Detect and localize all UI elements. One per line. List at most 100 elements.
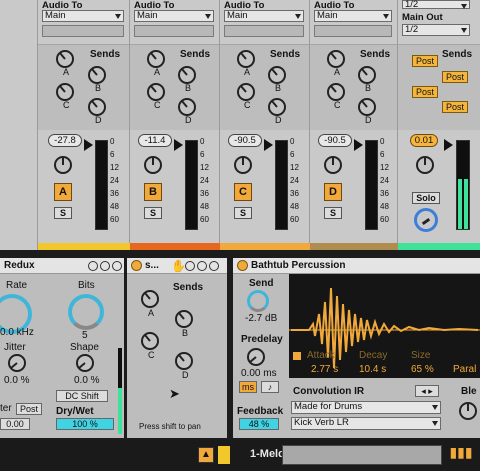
track-activator-button[interactable]: D — [324, 183, 342, 201]
decay-value[interactable]: 10.4 s — [359, 364, 386, 375]
volume-slider-marker[interactable] — [354, 139, 363, 151]
output-channel-select[interactable] — [42, 25, 124, 37]
pan-knob[interactable] — [324, 156, 342, 174]
send-d-knob[interactable] — [88, 98, 106, 116]
send-b-knob[interactable] — [358, 66, 376, 84]
ir-waveform-display[interactable]: Attack 2.77 s Decay 10.4 s Size 65 % Par… — [289, 274, 480, 378]
bits-knob[interactable] — [68, 294, 104, 330]
send-d-knob[interactable] — [178, 98, 196, 116]
master-input-select[interactable]: 1/2 — [402, 0, 470, 9]
bathtub-activator[interactable] — [237, 260, 248, 271]
device-menu-icon[interactable] — [209, 261, 219, 271]
pan-knob[interactable] — [54, 156, 72, 174]
volume-display[interactable]: -27.8 — [48, 134, 82, 147]
audio-to-select[interactable]: Main — [224, 10, 304, 22]
send-d-knob[interactable] — [358, 98, 376, 116]
predelay-value[interactable]: 0.00 ms — [241, 368, 277, 379]
ir-category-select[interactable]: Made for Drums — [291, 401, 441, 414]
send-b-knob[interactable] — [268, 66, 286, 84]
parallel-value[interactable]: Paral — [453, 364, 476, 375]
filter-post-button[interactable]: Post — [16, 403, 42, 415]
predelay-knob[interactable] — [247, 348, 265, 366]
sends-device-activator[interactable] — [131, 260, 142, 271]
track-activator-button[interactable]: A — [54, 183, 72, 201]
post-button-d[interactable]: Post — [442, 101, 468, 113]
filter-freq-value[interactable]: 0.00 — [0, 418, 30, 430]
ir-prev-next-buttons[interactable]: ◂ ▸ — [415, 385, 439, 397]
hand-icon[interactable]: ✋ — [171, 259, 186, 273]
audio-to-select[interactable]: Main — [42, 10, 124, 22]
volume-display[interactable]: -90.5 — [228, 134, 262, 147]
ir-file-select[interactable]: Kick Verb LR — [291, 417, 441, 430]
track-activator-button[interactable]: C — [234, 183, 252, 201]
send-c-knob[interactable] — [56, 83, 74, 101]
output-channel-select[interactable] — [224, 25, 304, 37]
send-a-knob[interactable] — [237, 50, 255, 68]
post-button-a[interactable]: Post — [412, 55, 438, 67]
cue-volume-knob[interactable] — [414, 208, 438, 232]
send-c-knob[interactable] — [327, 83, 345, 101]
volume-slider-marker[interactable] — [84, 139, 93, 151]
track-up-arrow-icon[interactable]: ▲ — [198, 447, 214, 463]
clip-overview-strip[interactable] — [282, 445, 442, 465]
hot-swap-icon[interactable] — [197, 261, 207, 271]
master-volume-marker[interactable] — [444, 139, 453, 151]
dc-shift-button[interactable]: DC Shift — [56, 390, 108, 402]
volume-display[interactable]: -11.4 — [138, 134, 172, 147]
blend-knob[interactable] — [459, 402, 477, 420]
size-value[interactable]: 65 % — [411, 364, 434, 375]
audio-to-select[interactable]: Main — [314, 10, 392, 22]
attack-value[interactable]: 2.77 s — [311, 364, 338, 375]
output-channel-select[interactable] — [134, 25, 214, 37]
shape-value[interactable]: 0.0 % — [74, 375, 100, 386]
send-a-knob[interactable] — [141, 290, 159, 308]
send-value[interactable]: -2.7 dB — [245, 313, 277, 324]
dry-wet-value[interactable]: 100 % — [56, 418, 114, 430]
volume-display[interactable]: -90.5 — [318, 134, 352, 147]
post-button-c[interactable]: Post — [412, 86, 438, 98]
sync-note-button[interactable]: ♪ — [261, 381, 279, 393]
solo-button[interactable]: S — [144, 207, 162, 219]
ms-button[interactable]: ms — [239, 381, 257, 393]
clip-color-swatch — [218, 446, 230, 464]
meter-bars-icon[interactable]: ▮▮▮ — [448, 444, 474, 464]
output-channel-select[interactable] — [314, 25, 392, 37]
bits-value[interactable]: 5 — [82, 330, 88, 341]
master-pan-knob[interactable] — [416, 156, 434, 174]
send-d-knob[interactable] — [268, 98, 286, 116]
send-b-knob[interactable] — [178, 66, 196, 84]
solo-button[interactable]: S — [324, 207, 342, 219]
solo-button[interactable]: S — [54, 207, 72, 219]
send-c-knob[interactable] — [147, 83, 165, 101]
track-activator-button[interactable]: B — [144, 183, 162, 201]
fold-icon[interactable] — [185, 261, 195, 271]
rate-value[interactable]: 0.0 kHz — [0, 327, 34, 338]
jitter-value[interactable]: 0.0 % — [4, 375, 30, 386]
fold-icon[interactable] — [88, 261, 98, 271]
pan-knob[interactable] — [234, 156, 252, 174]
send-a-knob[interactable] — [147, 50, 165, 68]
send-b-knob[interactable] — [175, 310, 193, 328]
master-volume-display[interactable]: 0.01 — [410, 134, 438, 147]
post-button-b[interactable]: Post — [442, 71, 468, 83]
pan-knob[interactable] — [144, 156, 162, 174]
audio-to-select[interactable]: Main — [134, 10, 214, 22]
jitter-knob[interactable] — [8, 354, 26, 372]
send-knob[interactable] — [247, 290, 269, 312]
solo-button[interactable]: S — [234, 207, 252, 219]
send-d-knob[interactable] — [175, 352, 193, 370]
volume-slider-marker[interactable] — [174, 139, 183, 151]
send-a-knob[interactable] — [327, 50, 345, 68]
send-b-knob[interactable] — [88, 66, 106, 84]
hot-swap-icon[interactable] — [100, 261, 110, 271]
volume-slider-marker[interactable] — [264, 139, 273, 151]
envelope-toggle[interactable] — [293, 352, 301, 360]
shape-knob[interactable] — [76, 354, 94, 372]
feedback-value[interactable]: 48 % — [239, 418, 279, 430]
send-c-knob[interactable] — [141, 332, 159, 350]
main-out-select[interactable]: 1/2 — [402, 24, 470, 36]
send-a-knob[interactable] — [56, 50, 74, 68]
master-solo-button[interactable]: Solo — [412, 192, 440, 204]
send-c-knob[interactable] — [237, 83, 255, 101]
device-menu-icon[interactable] — [112, 261, 122, 271]
